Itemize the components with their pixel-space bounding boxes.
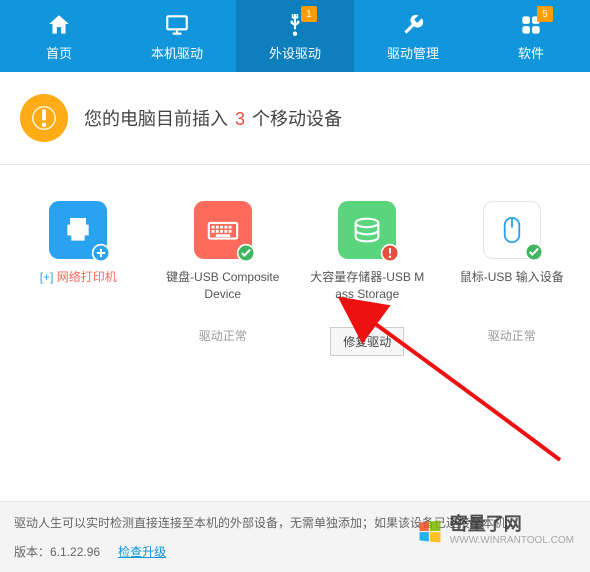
nav-label: 本机驱动 (151, 43, 203, 62)
wrench-icon (400, 11, 426, 39)
version-text: 版本：6.1.22.96 (14, 543, 100, 560)
home-icon (46, 11, 72, 39)
watermark-text: 密量了网 (450, 514, 522, 534)
device-name: [+] 网络打印机 (20, 269, 137, 286)
watermark-url: WWW.WINRANTOOL.COM (450, 535, 574, 546)
warning-icon (20, 94, 68, 142)
status-row: 驱动正常 修复驱动 驱动正常 (0, 313, 590, 356)
device-name: 鼠标-USB 输入设备 (454, 269, 571, 286)
warn-badge-icon (380, 243, 400, 263)
nav-peripheral-drivers[interactable]: 1 外设驱动 (236, 0, 354, 72)
mouse-icon (497, 213, 527, 247)
device-grid: [+] 网络打印机 键盘-USB Composite Device 大容量存储器… (0, 165, 590, 313)
status-normal: 驱动正常 (199, 329, 247, 343)
storage-icon (350, 213, 384, 247)
check-update-link[interactable]: 检查升级 (118, 543, 166, 560)
device-keyboard[interactable]: 键盘-USB Composite Device (165, 201, 282, 303)
nav-badge: 5 (537, 6, 553, 22)
nav-driver-management[interactable]: 驱动管理 (354, 0, 472, 72)
notice-banner: 您的电脑目前插入 3 个移动设备 (0, 72, 590, 165)
nav-label: 外设驱动 (269, 43, 321, 62)
banner-prefix: 您的电脑目前插入 (84, 109, 233, 129)
nav-label: 驱动管理 (387, 43, 439, 62)
nav-local-drivers[interactable]: 本机驱动 (118, 0, 236, 72)
nav-label: 首页 (46, 43, 72, 62)
keyboard-icon (206, 213, 240, 247)
status-normal: 驱动正常 (488, 329, 536, 343)
device-name: 键盘-USB Composite Device (165, 269, 282, 303)
nav-badge: 1 (301, 6, 317, 22)
printer-icon (62, 214, 94, 246)
top-nav: 首页 本机驱动 1 外设驱动 驱动管理 5 软件 (0, 0, 590, 72)
nav-software[interactable]: 5 软件 (472, 0, 590, 72)
nav-label: 软件 (518, 43, 544, 62)
device-name: 大容量存储器-USB Mass Storage (309, 269, 426, 303)
banner-suffix: 个移动设备 (247, 109, 342, 129)
device-tile (194, 201, 252, 259)
device-tile (338, 201, 396, 259)
ok-badge-icon (524, 242, 544, 262)
ok-badge-icon (236, 243, 256, 263)
monitor-icon (164, 11, 190, 39)
device-mass-storage[interactable]: 大容量存储器-USB Mass Storage (309, 201, 426, 303)
device-count: 3 (235, 109, 245, 129)
watermark: 密量了网 WWW.WINRANTOOL.COM (416, 515, 574, 546)
device-network-printer[interactable]: [+] 网络打印机 (20, 201, 137, 303)
banner-text: 您的电脑目前插入 3 个移动设备 (84, 105, 342, 131)
add-badge-icon (91, 243, 111, 263)
device-mouse[interactable]: 鼠标-USB 输入设备 (454, 201, 571, 303)
device-tile (483, 201, 541, 259)
nav-home[interactable]: 首页 (0, 0, 118, 72)
repair-button[interactable]: 修复驱动 (330, 327, 404, 356)
windows-logo-icon (416, 517, 444, 545)
device-tile (49, 201, 107, 259)
